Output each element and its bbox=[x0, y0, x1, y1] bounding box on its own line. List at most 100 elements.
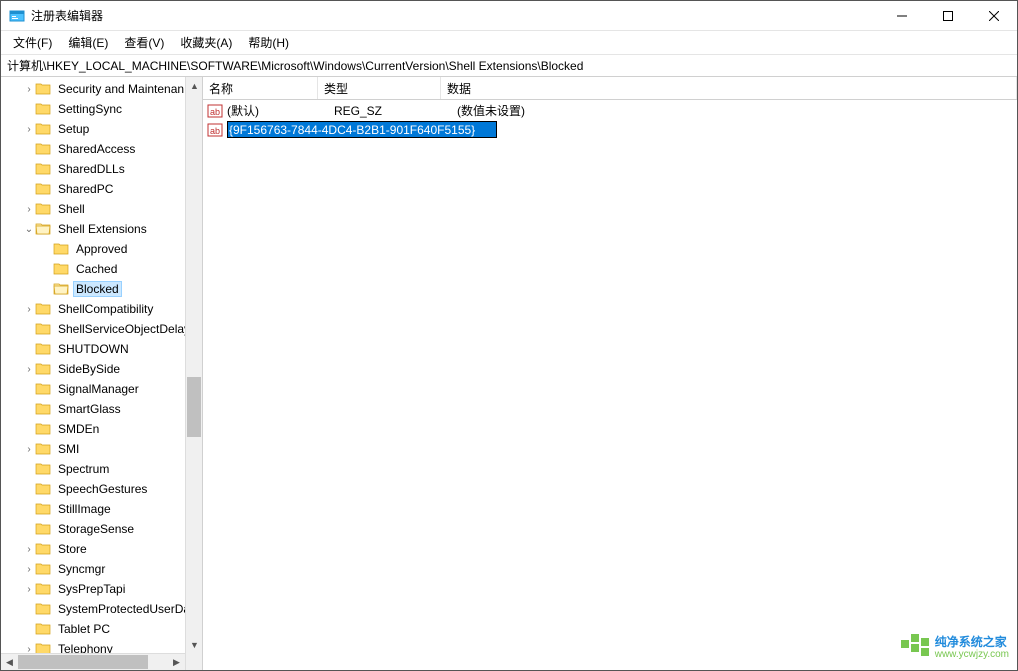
tree-item[interactable]: › SysPrepTapi bbox=[1, 579, 202, 599]
tree-item[interactable]: Blocked bbox=[1, 279, 202, 299]
list-row[interactable]: ab bbox=[203, 120, 1017, 139]
tree-item[interactable]: SpeechGestures bbox=[1, 479, 202, 499]
expander-icon[interactable]: › bbox=[23, 564, 35, 575]
tree-item-label: Blocked bbox=[73, 281, 122, 297]
tree-vertical-scrollbar[interactable]: ▲ ▼ bbox=[185, 77, 202, 670]
watermark-title: 纯净系统之家 bbox=[935, 635, 1009, 649]
tree-item-label: SideBySide bbox=[55, 362, 123, 376]
tree-item-label: SmartGlass bbox=[55, 402, 124, 416]
scroll-thumb[interactable] bbox=[187, 377, 201, 437]
watermark-url: www.ycwjzy.com bbox=[935, 649, 1009, 661]
value-name-edit[interactable] bbox=[227, 121, 497, 138]
tree-item[interactable]: › Store bbox=[1, 539, 202, 559]
list-body[interactable]: ab (默认)REG_SZ(数值未设置) ab bbox=[203, 100, 1017, 139]
scroll-left-button[interactable]: ◀ bbox=[1, 654, 18, 670]
tree-item[interactable]: StillImage bbox=[1, 499, 202, 519]
expander-icon[interactable]: › bbox=[23, 584, 35, 595]
address-bar[interactable]: 计算机\HKEY_LOCAL_MACHINE\SOFTWARE\Microsof… bbox=[1, 55, 1017, 77]
close-button[interactable] bbox=[971, 1, 1017, 30]
tree-item[interactable]: › SideBySide bbox=[1, 359, 202, 379]
svg-text:ab: ab bbox=[210, 107, 220, 117]
column-data[interactable]: 数据 bbox=[441, 77, 1017, 99]
tree-item-label: StillImage bbox=[55, 502, 114, 516]
tree-item-label: Security and Maintenan bbox=[55, 82, 187, 96]
folder-icon bbox=[35, 462, 51, 476]
value-type: REG_SZ bbox=[334, 104, 457, 118]
tree-item[interactable]: StorageSense bbox=[1, 519, 202, 539]
string-value-icon: ab bbox=[207, 103, 223, 119]
tree-item-label: Shell bbox=[55, 202, 88, 216]
menu-view[interactable]: 查看(V) bbox=[116, 31, 172, 54]
tree-item[interactable]: SettingSync bbox=[1, 99, 202, 119]
folder-icon bbox=[35, 102, 51, 116]
minimize-button[interactable] bbox=[879, 1, 925, 30]
tree-item-label: SMDEn bbox=[55, 422, 102, 436]
menu-favorites[interactable]: 收藏夹(A) bbox=[172, 31, 240, 54]
tree-item[interactable]: › SMI bbox=[1, 439, 202, 459]
scroll-thumb[interactable] bbox=[18, 655, 148, 669]
column-type[interactable]: 类型 bbox=[318, 77, 441, 99]
tree-item[interactable]: Spectrum bbox=[1, 459, 202, 479]
scroll-right-button[interactable]: ▶ bbox=[168, 654, 185, 670]
tree-item-label: SystemProtectedUserDa bbox=[55, 602, 193, 616]
maximize-button[interactable] bbox=[925, 1, 971, 30]
watermark-logo-icon bbox=[901, 634, 929, 662]
tree-item[interactable]: › Shell bbox=[1, 199, 202, 219]
titlebar: 注册表编辑器 bbox=[1, 1, 1017, 31]
registry-tree[interactable]: › Security and Maintenan SettingSync› Se… bbox=[1, 77, 202, 659]
folder-icon bbox=[35, 382, 51, 396]
tree-item[interactable]: Tablet PC bbox=[1, 619, 202, 639]
tree-item-label: ShellServiceObjectDelay bbox=[55, 322, 193, 336]
scroll-down-button[interactable]: ▼ bbox=[186, 636, 203, 653]
tree-item[interactable]: › Syncmgr bbox=[1, 559, 202, 579]
tree-item-label: SharedDLLs bbox=[55, 162, 128, 176]
tree-item[interactable]: SharedAccess bbox=[1, 139, 202, 159]
tree-item-label: Cached bbox=[73, 262, 120, 276]
tree-item[interactable]: SMDEn bbox=[1, 419, 202, 439]
tree-horizontal-scrollbar[interactable]: ◀ ▶ bbox=[1, 653, 185, 670]
folder-icon bbox=[35, 502, 51, 516]
expander-icon[interactable]: › bbox=[23, 84, 35, 95]
tree-item-label: SHUTDOWN bbox=[55, 342, 132, 356]
tree-item-label: SpeechGestures bbox=[55, 482, 150, 496]
tree-item[interactable]: SHUTDOWN bbox=[1, 339, 202, 359]
string-value-icon: ab bbox=[207, 122, 223, 138]
tree-item[interactable]: › Setup bbox=[1, 119, 202, 139]
tree-item[interactable]: SharedPC bbox=[1, 179, 202, 199]
list-row[interactable]: ab (默认)REG_SZ(数值未设置) bbox=[203, 101, 1017, 120]
menu-edit[interactable]: 编辑(E) bbox=[60, 31, 116, 54]
tree-item[interactable]: Approved bbox=[1, 239, 202, 259]
expander-icon[interactable]: › bbox=[23, 304, 35, 315]
list-header: 名称 类型 数据 bbox=[203, 77, 1017, 100]
expander-icon[interactable]: › bbox=[23, 124, 35, 135]
expander-icon[interactable]: › bbox=[23, 444, 35, 455]
folder-icon bbox=[53, 242, 69, 256]
tree-item[interactable]: › Security and Maintenan bbox=[1, 79, 202, 99]
folder-icon bbox=[35, 422, 51, 436]
folder-open-icon bbox=[35, 222, 51, 236]
column-name[interactable]: 名称 bbox=[203, 77, 318, 99]
tree-item-label: Store bbox=[55, 542, 90, 556]
expander-icon[interactable]: › bbox=[23, 204, 35, 215]
folder-icon bbox=[35, 182, 51, 196]
expander-icon[interactable]: › bbox=[23, 544, 35, 555]
tree-item[interactable]: SignalManager bbox=[1, 379, 202, 399]
expander-icon[interactable]: › bbox=[23, 364, 35, 375]
menu-file[interactable]: 文件(F) bbox=[5, 31, 60, 54]
tree-item-label: SharedPC bbox=[55, 182, 116, 196]
scroll-up-button[interactable]: ▲ bbox=[186, 77, 203, 94]
tree-item[interactable]: ShellServiceObjectDelay bbox=[1, 319, 202, 339]
tree-item[interactable]: ⌄ Shell Extensions bbox=[1, 219, 202, 239]
tree-item-label: SysPrepTapi bbox=[55, 582, 128, 596]
tree-item-label: SignalManager bbox=[55, 382, 142, 396]
expander-icon[interactable]: ⌄ bbox=[23, 224, 35, 235]
values-pane: 名称 类型 数据 ab (默认)REG_SZ(数值未设置) ab bbox=[203, 77, 1017, 670]
tree-pane: › Security and Maintenan SettingSync› Se… bbox=[1, 77, 203, 670]
menu-help[interactable]: 帮助(H) bbox=[240, 31, 297, 54]
tree-item[interactable]: SharedDLLs bbox=[1, 159, 202, 179]
watermark-text: 纯净系统之家 www.ycwjzy.com bbox=[935, 635, 1009, 661]
tree-item[interactable]: › ShellCompatibility bbox=[1, 299, 202, 319]
tree-item[interactable]: SystemProtectedUserDa bbox=[1, 599, 202, 619]
tree-item[interactable]: SmartGlass bbox=[1, 399, 202, 419]
tree-item[interactable]: Cached bbox=[1, 259, 202, 279]
